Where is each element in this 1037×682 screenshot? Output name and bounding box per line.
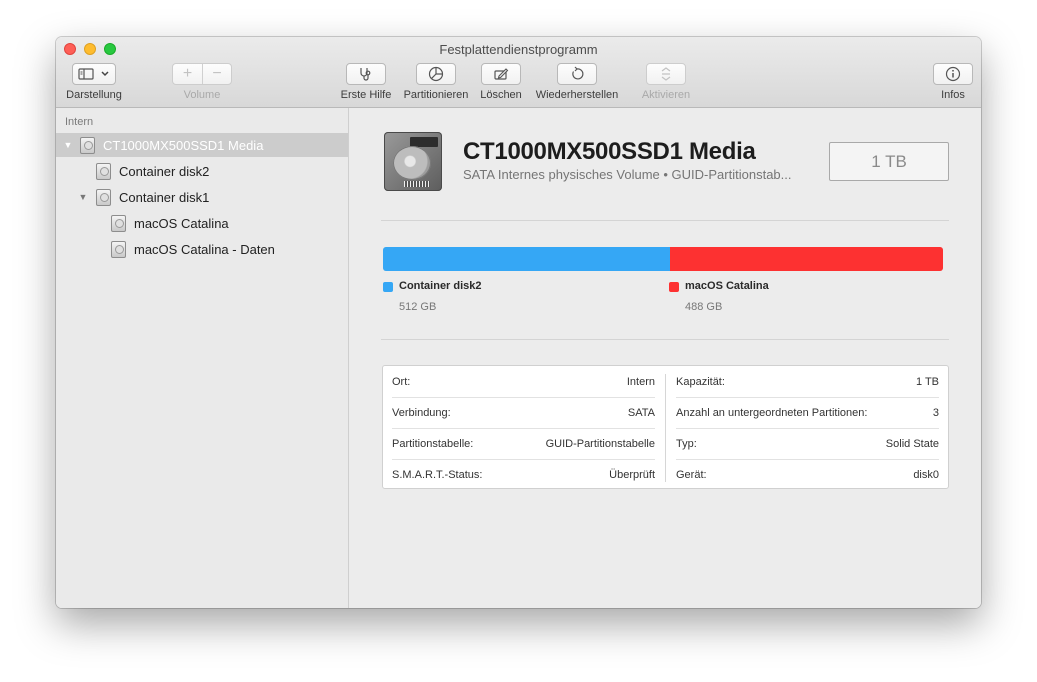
sidebar-item-label: Container disk2 [119,163,210,179]
info-row-smart-status: S.M.A.R.T.-Status: Überprüft [392,459,655,490]
info-icon [945,66,961,82]
info-key: Gerät: [676,469,707,481]
info-row-partition-map: Partitionstabelle: GUID-Partitionstabell… [392,428,655,459]
chevron-down-icon [101,71,109,77]
first-aid-control[interactable]: Erste Hilfe [336,63,396,101]
disk-name: CT1000MX500SSD1 Media [463,138,756,165]
hard-disk-icon [96,162,111,180]
legend-name: Container disk2 [399,280,482,292]
erase-icon [494,68,509,80]
first-aid-label: Erste Hilfe [340,89,392,101]
partition-button[interactable] [416,63,456,85]
info-row-device: Gerät: disk0 [676,459,939,490]
info-key: Verbindung: [392,407,451,419]
sidebar-item-label: CT1000MX500SSD1 Media [103,137,264,153]
view-control[interactable]: Darstellung [64,63,124,101]
info-key: S.M.A.R.T.-Status: [392,469,483,481]
info-key: Partitionstabelle: [392,438,474,450]
erase-label: Löschen [480,89,522,101]
info-value: Intern [626,375,655,388]
info-value: Solid State [885,438,939,450]
info-row-location: Ort: Intern [392,366,655,397]
legend-swatch [383,282,393,292]
restore-control[interactable]: Wiederherstellen [532,63,622,101]
window-title: Festplattendienstprogramm [439,42,598,57]
toolbar: Festplattendienstprogramm Darstellung + [56,37,981,108]
info-value: disk0 [913,469,939,481]
hard-disk-icon [111,214,126,232]
info-button[interactable] [933,63,973,85]
sidebar-item-disk0[interactable]: ▼ CT1000MX500SSD1 Media [56,133,348,157]
divider [381,220,949,221]
first-aid-button[interactable] [346,63,386,85]
info-row-connection: Verbindung: SATA [392,397,655,428]
info-label: Infos [941,89,965,101]
volume-control: + − Volume [172,63,232,101]
divider [381,339,949,340]
erase-control[interactable]: Löschen [476,63,526,101]
info-row-type: Typ: Solid State [676,428,939,459]
view-label: Darstellung [66,89,122,101]
legend-name: macOS Catalina [685,280,769,292]
sidebar-icon [78,68,94,80]
erase-button[interactable] [481,63,521,85]
volume-segmented: + − [172,63,232,85]
info-key: Anzahl an untergeordneten Partitionen: [676,407,868,419]
legend-swatch [669,282,679,292]
sidebar-item-macos-catalina-daten[interactable]: macOS Catalina - Daten [56,237,348,261]
detail-pane: CT1000MX500SSD1 Media SATA Internes phys… [349,108,981,608]
disk-utility-window: Festplattendienstprogramm Darstellung + [56,37,981,608]
hard-disk-icon [111,240,126,258]
partition-label: Partitionieren [403,89,469,101]
info-value: 3 [932,407,939,419]
info-table: Ort: Intern Verbindung: SATA Partitionst… [382,365,949,489]
view-button[interactable] [72,63,116,85]
column-divider [665,374,666,482]
disclosure-triangle-icon[interactable]: ▼ [62,140,74,150]
restore-icon [572,66,584,80]
sidebar-item-container-disk1[interactable]: ▼ Container disk1 [56,185,348,209]
info-key: Typ: [676,438,697,450]
restore-label: Wiederherstellen [535,89,619,101]
usage-segment-1 [669,247,943,271]
info-value: 1 TB [915,375,939,388]
disk-size-badge: 1 TB [829,142,949,181]
usage-bar [383,247,943,271]
sidebar-item-label: Container disk1 [119,189,210,205]
legend-size: 512 GB [399,301,437,313]
hard-disk-icon [96,188,111,206]
sidebar-section-intern: Intern [65,116,94,128]
mount-control: Aktivieren [641,63,691,101]
info-key: Kapazität: [676,375,725,388]
mount-label: Aktivieren [641,89,691,101]
usage-segment-0 [383,247,670,271]
stethoscope-icon [360,68,371,81]
remove-volume-button[interactable]: − [202,64,231,84]
info-key: Ort: [392,375,411,388]
sidebar-item-label: macOS Catalina [134,215,229,231]
partition-control[interactable]: Partitionieren [401,63,471,101]
internal-disk-icon [384,132,442,191]
pie-icon [428,66,444,82]
info-row-child-count: Anzahl an untergeordneten Partitionen: 3 [676,397,939,428]
info-control[interactable]: Infos [931,63,975,101]
volume-label: Volume [183,89,221,101]
sidebar-item-label: macOS Catalina - Daten [134,241,275,257]
sidebar-item-macos-catalina[interactable]: macOS Catalina [56,211,348,235]
restore-button[interactable] [557,63,597,85]
info-value: GUID-Partitionstabelle [545,438,655,450]
hard-disk-icon [80,136,95,154]
add-volume-button[interactable]: + [173,64,202,84]
sidebar-item-container-disk2[interactable]: Container disk2 [56,159,348,183]
info-row-capacity: Kapazität: 1 TB [676,366,939,397]
info-value: SATA [627,407,655,419]
legend-size: 488 GB [685,301,723,313]
sidebar: Intern ▼ CT1000MX500SSD1 Media Container… [56,108,349,608]
info-value: Überprüft [609,469,655,481]
disk-subtitle: SATA Internes physisches Volume • GUID-P… [463,167,792,182]
disclosure-triangle-icon[interactable]: ▼ [77,192,89,202]
mount-icon [661,67,671,81]
mount-button[interactable] [646,63,686,85]
